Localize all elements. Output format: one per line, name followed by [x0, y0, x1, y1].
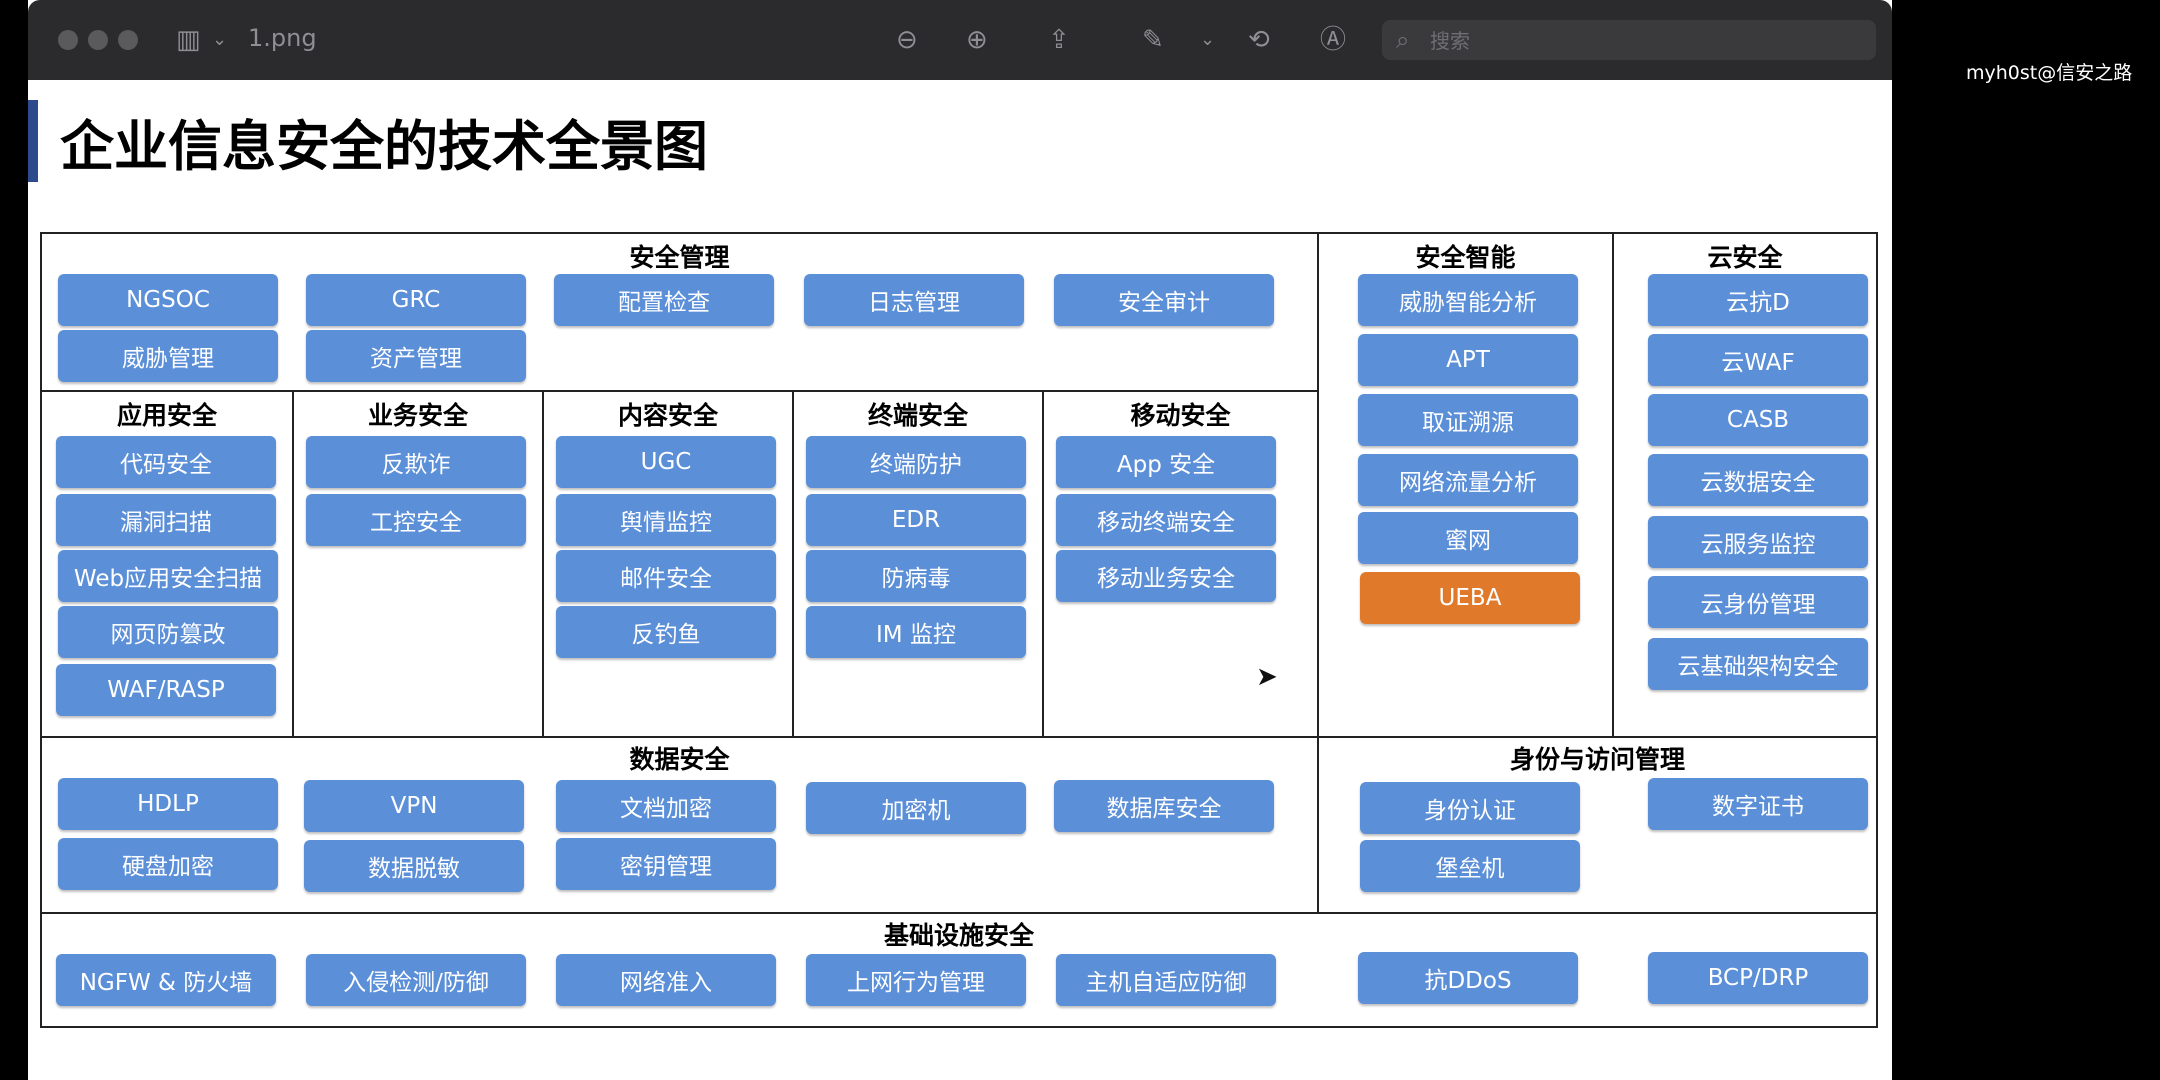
item-ids-ips: 入侵检测/防御: [306, 954, 526, 1006]
item-log-management: 日志管理: [804, 274, 1024, 326]
section-title-data-security: 数据安全: [629, 745, 730, 774]
minimize-window-button[interactable]: [88, 30, 108, 50]
item-vpn: VPN: [304, 780, 524, 832]
item-database-security: 数据库安全: [1054, 780, 1274, 832]
divider: [542, 390, 544, 736]
item-ics-security: 工控安全: [306, 494, 526, 546]
item-anti-ddos: 抗DDoS: [1358, 952, 1578, 1004]
section-title-business-security: 业务安全: [367, 401, 468, 430]
item-data-masking: 数据脱敏: [304, 840, 524, 892]
item-app-security: App 安全: [1056, 436, 1276, 488]
item-ngsoc: NGSOC: [58, 274, 278, 326]
divider: [792, 390, 794, 736]
section-title-identity-access: 身份与访问管理: [1509, 745, 1685, 774]
item-grc: GRC: [306, 274, 526, 326]
item-anti-fraud: 反欺诈: [306, 436, 526, 488]
item-encryption-machine: 加密机: [806, 782, 1026, 834]
item-mobile-endpoint-security: 移动终端安全: [1056, 494, 1276, 546]
item-email-security: 邮件安全: [556, 550, 776, 602]
item-antivirus: 防病毒: [806, 550, 1026, 602]
item-asset-management: 资产管理: [306, 330, 526, 382]
item-anti-phishing: 反钓鱼: [556, 606, 776, 658]
divider: [42, 390, 1317, 392]
item-ngfw-firewall: NGFW & 防火墙: [56, 954, 276, 1006]
mouse-cursor-icon: ➤: [1256, 662, 1278, 692]
share-icon[interactable]: ⇪: [1048, 26, 1070, 54]
item-threat-management: 威胁管理: [58, 330, 278, 382]
item-waf-rasp: WAF/RASP: [56, 664, 276, 716]
item-cloud-infrastructure-security: 云基础架构安全: [1648, 638, 1868, 690]
divider: [42, 912, 1876, 914]
title-accent-bar: [28, 100, 38, 182]
diagram-frame: 安全管理 NGSOC GRC 配置检查 日志管理 安全审计 威胁管理 资产管理 …: [40, 232, 1878, 1028]
zoom-in-icon[interactable]: ⊕: [966, 26, 988, 54]
section-title-app-security: 应用安全: [116, 401, 217, 430]
divider: [1612, 234, 1614, 736]
item-identity-authentication: 身份认证: [1360, 782, 1580, 834]
item-key-management: 密钥管理: [556, 838, 776, 890]
section-title-mobile-security: 移动安全: [1130, 401, 1231, 430]
item-mobile-business-security: 移动业务安全: [1056, 550, 1276, 602]
search-field[interactable]: ⌕: [1382, 20, 1876, 60]
item-ueba: UEBA: [1360, 572, 1580, 624]
item-cloud-identity-management: 云身份管理: [1648, 576, 1868, 628]
section-title-security-management: 安全管理: [629, 243, 730, 272]
item-cloud-service-monitoring: 云服务监控: [1648, 516, 1868, 568]
markup-pen-icon[interactable]: ✎: [1142, 26, 1164, 54]
document-title: 1.png: [248, 24, 317, 52]
item-web-app-scan: Web应用安全扫描: [58, 550, 278, 602]
item-host-adaptive-defense: 主机自适应防御: [1056, 954, 1276, 1006]
item-cloud-waf: 云WAF: [1648, 334, 1868, 386]
item-internet-behavior-management: 上网行为管理: [806, 954, 1026, 1006]
item-public-opinion-monitoring: 舆情监控: [556, 494, 776, 546]
zoom-out-icon[interactable]: ⊖: [896, 26, 918, 54]
item-honeynet: 蜜网: [1358, 512, 1578, 564]
item-hdlp: HDLP: [58, 778, 278, 830]
item-web-tamper-protection: 网页防篡改: [58, 606, 278, 658]
section-title-infrastructure: 基础设施安全: [883, 921, 1034, 950]
item-threat-intel-analysis: 威胁智能分析: [1358, 274, 1578, 326]
sidebar-toggle-icon[interactable]: ▥: [176, 26, 201, 54]
markup-chevron-icon[interactable]: ⌄: [1200, 26, 1215, 54]
divider: [1317, 234, 1319, 736]
item-code-security: 代码安全: [56, 436, 276, 488]
item-security-audit: 安全审计: [1054, 274, 1274, 326]
section-title-endpoint-security: 终端安全: [867, 401, 968, 430]
search-icon: ⌕: [1396, 26, 1410, 54]
divider: [292, 390, 294, 736]
window-toolbar: ▥ ⌄ 1.png ⊖ ⊕ ⇪ ✎ ⌄ ⟲ Ⓐ ⌕: [28, 0, 1892, 80]
item-apt: APT: [1358, 334, 1578, 386]
rotate-icon[interactable]: ⟲: [1248, 26, 1270, 54]
close-window-button[interactable]: [58, 30, 78, 50]
item-digital-certificate: 数字证书: [1648, 778, 1868, 830]
section-title-cloud-security: 云安全: [1707, 243, 1783, 272]
item-edr: EDR: [806, 494, 1026, 546]
item-network-access-control: 网络准入: [556, 954, 776, 1006]
zoom-window-button[interactable]: [118, 30, 138, 50]
divider: [1042, 390, 1044, 736]
chevron-down-icon[interactable]: ⌄: [212, 26, 227, 54]
item-ugc: UGC: [556, 436, 776, 488]
divider: [42, 736, 1876, 738]
item-network-traffic-analysis: 网络流量分析: [1358, 454, 1578, 506]
item-bastion-host: 堡垒机: [1360, 840, 1580, 892]
item-forensics: 取证溯源: [1358, 394, 1578, 446]
item-cloud-data-security: 云数据安全: [1648, 454, 1868, 506]
section-title-content-security: 内容安全: [617, 401, 718, 430]
page-title: 企业信息安全的技术全景图: [60, 115, 708, 178]
item-config-check: 配置检查: [554, 274, 774, 326]
preview-window: ▥ ⌄ 1.png ⊖ ⊕ ⇪ ✎ ⌄ ⟲ Ⓐ ⌕ 企业信息安全的技术全景图 安…: [28, 0, 1892, 1080]
item-disk-encryption: 硬盘加密: [58, 838, 278, 890]
item-document-encryption: 文档加密: [556, 780, 776, 832]
item-endpoint-protection: 终端防护: [806, 436, 1026, 488]
annotate-icon[interactable]: Ⓐ: [1320, 26, 1346, 54]
item-casb: CASB: [1648, 394, 1868, 446]
item-vulnerability-scan: 漏洞扫描: [56, 494, 276, 546]
item-bcp-drp: BCP/DRP: [1648, 952, 1868, 1004]
search-input[interactable]: [1428, 24, 1862, 58]
watermark: myh0st@信安之路: [1966, 62, 2133, 84]
section-title-security-intelligence: 安全智能: [1415, 243, 1516, 272]
item-cloud-anti-ddos: 云抗D: [1648, 274, 1868, 326]
item-im-monitoring: IM 监控: [806, 606, 1026, 658]
